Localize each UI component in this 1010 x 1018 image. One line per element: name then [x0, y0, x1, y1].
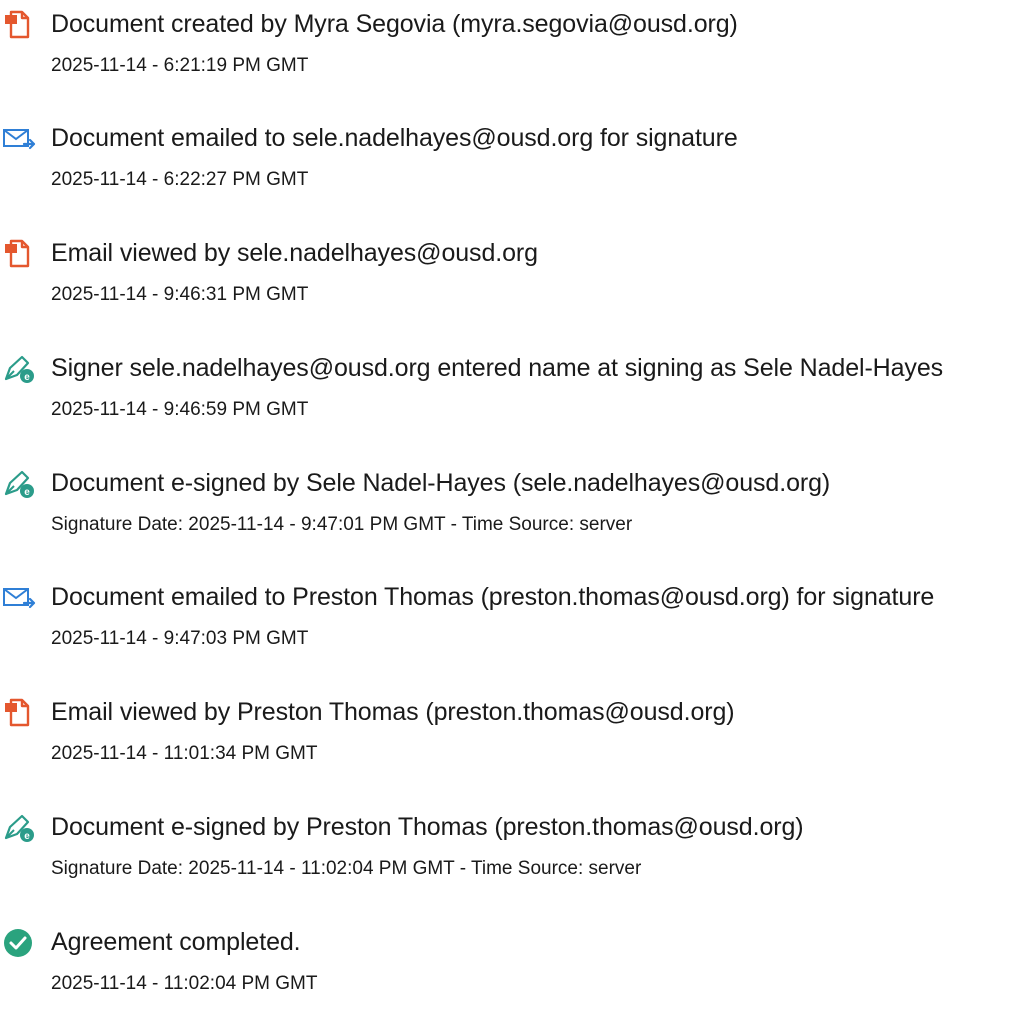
email-send-icon: [2, 122, 36, 156]
event-timestamp: 2025-11-14 - 11:02:04 PM GMT: [51, 973, 318, 994]
event-timestamp: 2025-11-14 - 11:01:34 PM GMT: [51, 743, 318, 764]
event-timestamp: 2025-11-14 - 6:22:27 PM GMT: [51, 169, 309, 190]
event-title: Signer sele.nadelhayes@ousd.org entered …: [51, 354, 944, 382]
event-title: Document e-signed by Preston Thomas (pre…: [51, 813, 804, 841]
event-title: Email viewed by Preston Thomas (preston.…: [51, 698, 735, 726]
event-timestamp: 2025-11-14 - 6:21:19 PM GMT: [51, 55, 309, 76]
event-title: Document emailed to Preston Thomas (pres…: [51, 583, 935, 611]
event-timestamp: 2025-11-14 - 9:46:59 PM GMT: [51, 399, 309, 420]
event-signature-date: Signature Date: 2025-11-14 - 9:47:01 PM …: [51, 514, 633, 535]
esign-pen-icon: e: [2, 467, 36, 501]
document-icon: [2, 237, 36, 271]
document-icon: [2, 696, 36, 730]
history-event-email-viewed: Email viewed by Preston Thomas (preston.…: [0, 688, 1010, 788]
esign-pen-icon: e: [2, 811, 36, 845]
svg-text:e: e: [24, 831, 30, 842]
event-title: Document created by Myra Segovia (myra.s…: [51, 10, 738, 38]
event-timestamp: 2025-11-14 - 9:47:03 PM GMT: [51, 628, 309, 649]
history-event-document-emailed: Document emailed to sele.nadelhayes@ousd…: [0, 114, 1010, 214]
history-event-email-viewed: Email viewed by sele.nadelhayes@ousd.org…: [0, 229, 1010, 329]
history-event-document-created: Document created by Myra Segovia (myra.s…: [0, 0, 1010, 100]
history-event-document-emailed: Document emailed to Preston Thomas (pres…: [0, 573, 1010, 673]
esign-pen-icon: e: [2, 352, 36, 386]
event-signature-date: Signature Date: 2025-11-14 - 11:02:04 PM…: [51, 858, 642, 879]
email-send-icon: [2, 581, 36, 615]
check-circle-icon: [2, 926, 36, 960]
svg-text:e: e: [24, 487, 30, 498]
history-event-agreement-completed: Agreement completed. 2025-11-14 - 11:02:…: [0, 918, 1010, 1018]
event-title: Agreement completed.: [51, 928, 301, 956]
history-event-signer-name-entered: e Signer sele.nadelhayes@ousd.org entere…: [0, 344, 1010, 444]
event-title: Document emailed to sele.nadelhayes@ousd…: [51, 124, 738, 152]
event-timestamp: 2025-11-14 - 9:46:31 PM GMT: [51, 284, 309, 305]
history-event-document-esigned: e Document e-signed by Sele Nadel-Hayes …: [0, 459, 1010, 559]
svg-text:e: e: [24, 372, 30, 383]
event-title: Document e-signed by Sele Nadel-Hayes (s…: [51, 469, 831, 497]
document-icon: [2, 8, 36, 42]
history-event-document-esigned: e Document e-signed by Preston Thomas (p…: [0, 803, 1010, 903]
event-title: Email viewed by sele.nadelhayes@ousd.org: [51, 239, 538, 267]
